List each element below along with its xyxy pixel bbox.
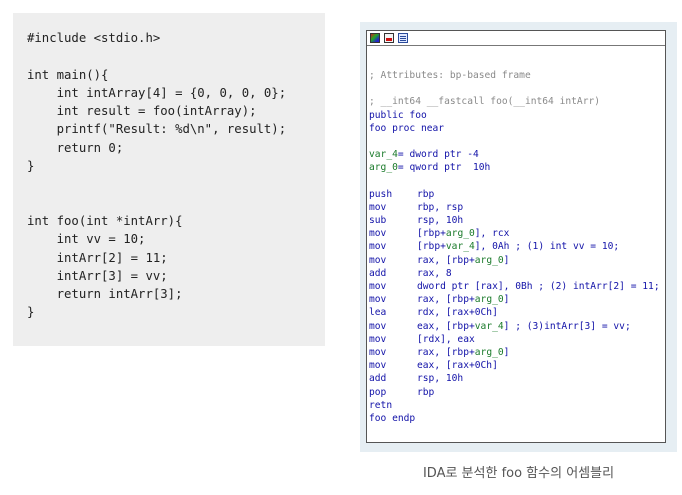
stack-var-line: var_4= dword ptr -4: [369, 148, 665, 161]
stack-var-name[interactable]: arg_0: [369, 162, 398, 173]
instruction-line: mov dword ptr [rax], 0Bh ; (2) intArr[2] …: [369, 280, 665, 293]
graph-view-icon[interactable]: [370, 33, 380, 43]
stack-var-line: arg_0= qword ptr 10h: [369, 161, 665, 174]
instruction-mnemonic: mov: [369, 201, 387, 213]
instruction-mnemonic: mov: [369, 228, 387, 240]
instruction-mnemonic: mov: [369, 281, 387, 292]
instruction-operand: ] ; (3)intArr[3] = vv;: [503, 320, 631, 332]
instruction-mnemonic: mov: [369, 320, 387, 332]
figure-caption: IDA로 분석한 foo 함수의 어셈블리: [422, 466, 615, 481]
stack-var-def: = qword ptr 10h: [397, 162, 491, 174]
instruction-line: mov eax, [rax+0Ch]: [369, 359, 665, 372]
instruction-operand: eax, [rax+0Ch]: [417, 360, 498, 372]
instruction-operand: rsp, 10h: [417, 215, 464, 227]
ida-toolbar: [367, 31, 665, 46]
operand-variable[interactable]: arg_0: [475, 347, 504, 358]
instruction-mnemonic: pop: [369, 386, 387, 398]
instruction-operand: ]: [503, 254, 510, 266]
instruction-operand: rsp, 10h: [417, 373, 464, 385]
instruction-line: mov [rbp+var_4], 0Ah ; (1) int vv = 10;: [369, 240, 665, 253]
disassembly-listing: ; Attributes: bp-based frame ; __int64 _…: [369, 69, 665, 442]
instruction-line: mov [rdx], eax: [369, 333, 665, 346]
ida-disassembly-window: ; Attributes: bp-based frame ; __int64 _…: [366, 30, 666, 443]
operand-variable[interactable]: arg_0: [475, 255, 504, 266]
instruction-line: lea rdx, [rax+0Ch]: [369, 306, 665, 319]
instruction-mnemonic: retn: [369, 399, 393, 411]
instruction-line: pop rbp: [369, 386, 665, 399]
instruction-mnemonic: mov: [369, 241, 387, 253]
instruction-operand: rbp: [417, 386, 435, 398]
stack-var-def: = dword ptr -4: [397, 149, 479, 161]
flow-chart-icon[interactable]: [384, 33, 394, 43]
operand-variable[interactable]: var_4: [446, 241, 475, 252]
stack-variables: var_4= dword ptr -4 arg_0= qword ptr 10h: [369, 148, 665, 174]
instruction-mnemonic: add: [369, 267, 387, 279]
instruction-operand: [rbp+: [417, 241, 446, 253]
c-source-panel: #include <stdio.h> int main(){ int intAr…: [13, 13, 325, 346]
instruction-mnemonic: mov: [369, 346, 387, 358]
text-view-icon[interactable]: [398, 33, 408, 43]
public-declaration: public foo: [369, 109, 427, 121]
instruction-operand: [rbp+: [417, 228, 446, 240]
instruction-mnemonic: mov: [369, 294, 387, 306]
instruction-operand: eax, [rbp+: [417, 320, 475, 332]
instruction-operand: rbp, rsp: [417, 201, 464, 213]
instruction-operand: [rdx], eax: [417, 333, 475, 345]
instruction-line: mov eax, [rbp+var_4] ; (3)intArr[3] = vv;: [369, 320, 665, 333]
instruction-operand: rax, [rbp+: [417, 346, 475, 358]
instruction-line: retn: [369, 399, 665, 412]
instruction-mnemonic: mov: [369, 360, 387, 372]
instruction-operand: ]: [503, 346, 510, 358]
instruction-operand: dword ptr [rax], 0Bh ; (2) intArr[2] = 1…: [417, 281, 660, 292]
proc-declaration: foo proc near: [369, 122, 445, 134]
operand-variable[interactable]: arg_0: [446, 228, 475, 239]
instruction-mnemonic: sub: [369, 215, 387, 227]
instruction-operand: rbp: [417, 188, 435, 200]
instruction-mnemonic: add: [369, 373, 387, 385]
instruction-operand: rdx, [rax+0Ch]: [417, 307, 498, 319]
signature-comment: ; __int64 __fastcall foo(__int64 intArr): [369, 96, 601, 108]
instruction-operand: rax, [rbp+: [417, 294, 475, 306]
instruction-line: mov rbp, rsp: [369, 201, 665, 214]
instruction-line: add rax, 8: [369, 267, 665, 280]
operand-variable[interactable]: arg_0: [475, 294, 504, 305]
stack-var-name[interactable]: var_4: [369, 149, 398, 160]
instruction-line: sub rsp, 10h: [369, 214, 665, 227]
instruction-list: push rbp mov rbp, rsp sub rsp, 10h mov [rbp+arg…: [369, 188, 665, 412]
instruction-operand: ], rcx: [474, 228, 510, 240]
instruction-mnemonic: push: [369, 188, 393, 200]
instruction-line: mov [rbp+arg_0], rcx: [369, 227, 665, 240]
c-source-code: #include <stdio.h> int main(){ int intAr…: [27, 31, 287, 320]
instruction-operand: rax, [rbp+: [417, 254, 475, 266]
instruction-line: mov rax, [rbp+arg_0]: [369, 346, 665, 359]
operand-variable[interactable]: var_4: [475, 321, 504, 332]
instruction-mnemonic: mov: [369, 254, 387, 266]
instruction-line: add rsp, 10h: [369, 372, 665, 385]
instruction-operand: ]: [503, 294, 510, 306]
instruction-mnemonic: mov: [369, 333, 387, 345]
instruction-line: mov rax, [rbp+arg_0]: [369, 254, 665, 267]
instruction-line: push rbp: [369, 188, 665, 201]
instruction-operand: ], 0Ah ; (1) int vv = 10;: [474, 241, 620, 253]
instruction-operand: rax, 8: [417, 267, 452, 279]
instruction-line: mov rax, [rbp+arg_0]: [369, 293, 665, 306]
attributes-comment: ; Attributes: bp-based frame: [369, 70, 531, 81]
instruction-mnemonic: lea: [369, 307, 387, 319]
endp-declaration: foo endp: [369, 412, 416, 424]
